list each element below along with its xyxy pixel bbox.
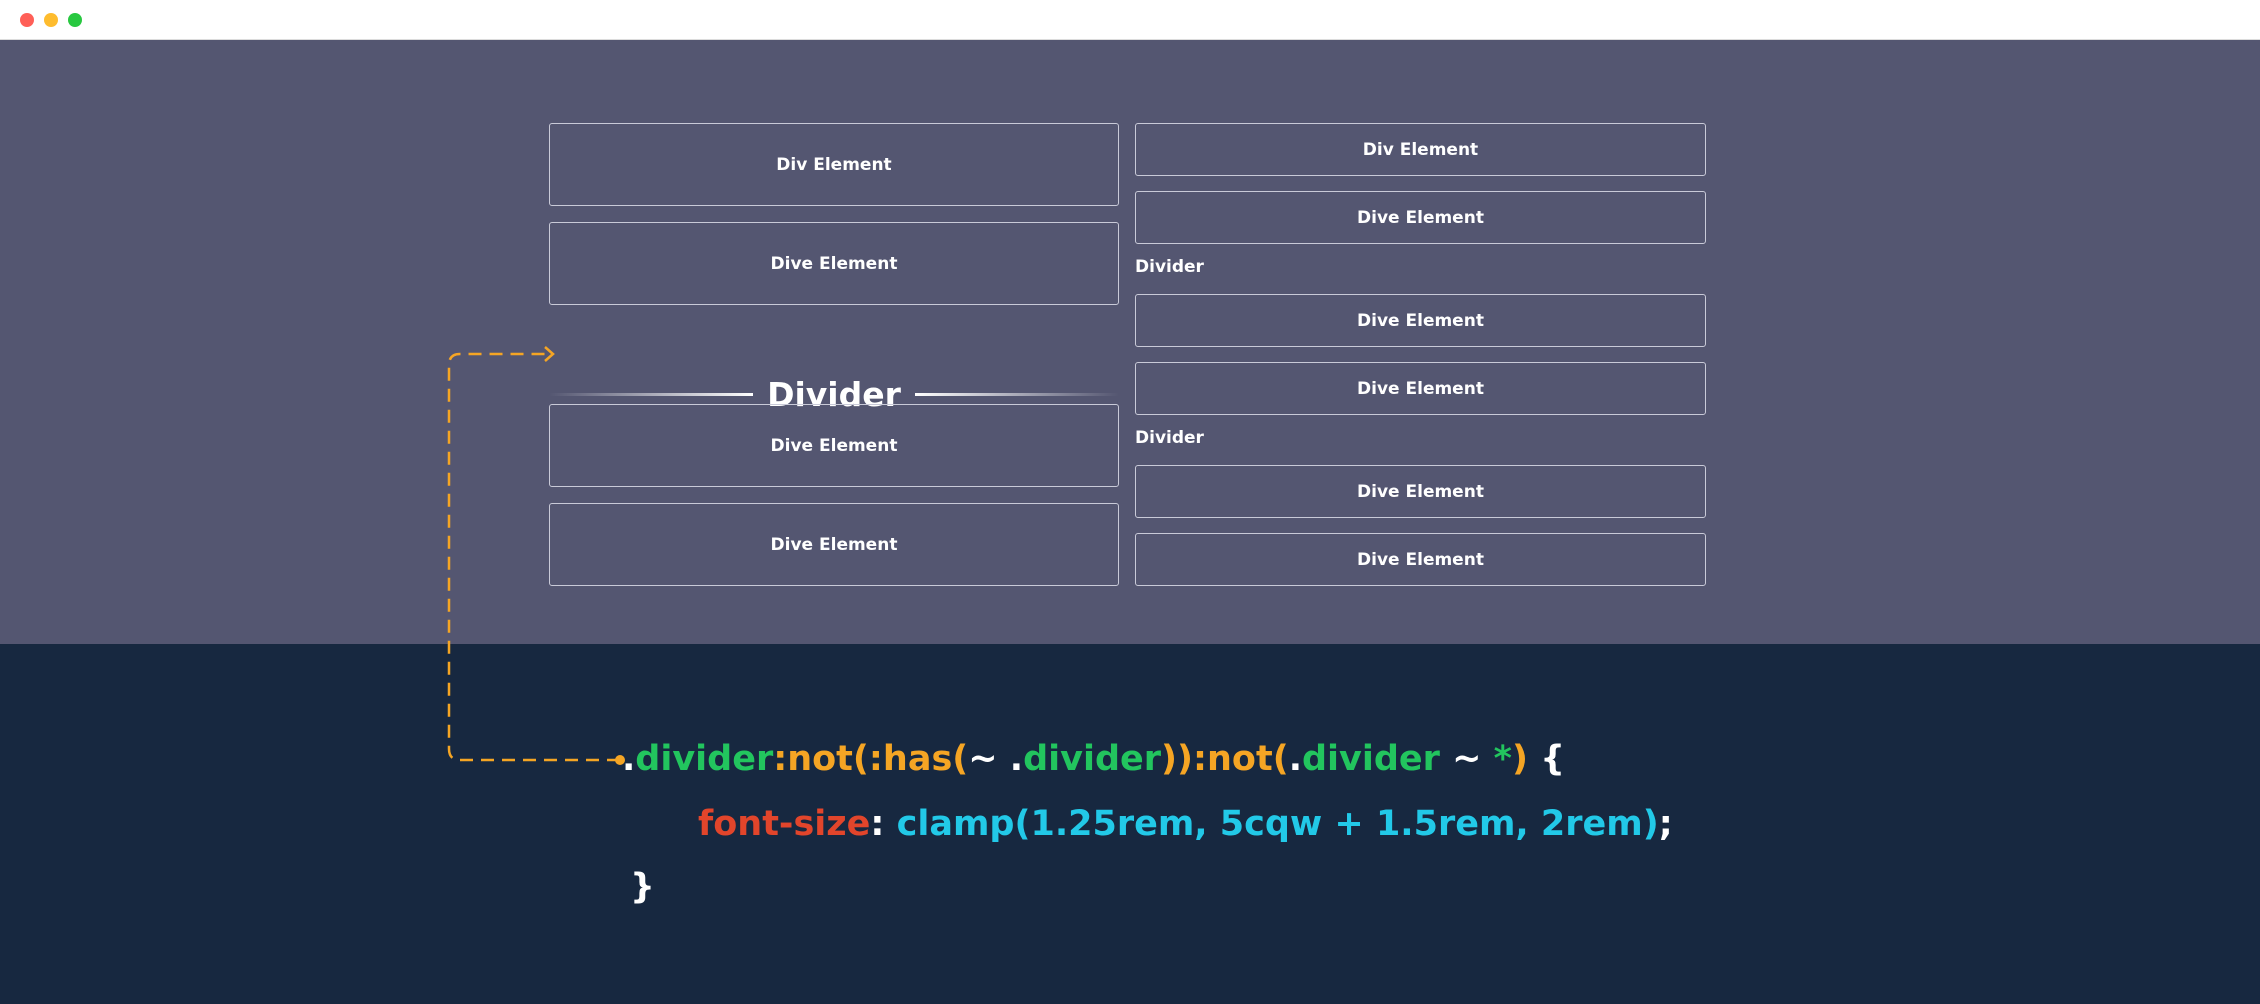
code-close-paren: ) bbox=[1511, 739, 1528, 779]
code-class-divider: divider bbox=[1302, 739, 1440, 779]
code-sibling-combinator: ~ bbox=[968, 739, 1010, 779]
code-line-selector: .divider:not(:has(~ .divider)):not(.divi… bbox=[622, 742, 1565, 777]
code-semicolon: ; bbox=[1658, 804, 1673, 844]
code-brace-open: { bbox=[1527, 739, 1566, 779]
code-brace-close: } bbox=[630, 867, 655, 907]
arrow-head-icon bbox=[544, 346, 555, 362]
code-has-pseudo: :has( bbox=[868, 739, 969, 779]
selector-connector-arrow bbox=[447, 346, 625, 765]
code-class-divider: divider bbox=[1023, 739, 1162, 779]
code-universal-selector: * bbox=[1493, 739, 1512, 779]
code-dot: . bbox=[1009, 739, 1024, 779]
code-dot: . bbox=[622, 739, 636, 779]
code-not-pseudo: :not( bbox=[1193, 739, 1289, 779]
code-property: font-size bbox=[698, 804, 871, 844]
code-colon: : bbox=[870, 804, 897, 844]
code-sibling-combinator: ~ bbox=[1439, 739, 1494, 779]
code-value: clamp(1.25rem, 5cqw + 1.5rem, 2rem) bbox=[896, 804, 1659, 844]
code-line-declaration: font-size: clamp(1.25rem, 5cqw + 1.5rem,… bbox=[698, 807, 1673, 842]
code-line-close: } bbox=[630, 870, 655, 905]
code-close-parens: )) bbox=[1161, 739, 1194, 779]
code-class-divider: divider bbox=[635, 739, 774, 779]
code-dot: . bbox=[1288, 739, 1302, 779]
code-not-pseudo: :not( bbox=[773, 739, 869, 779]
